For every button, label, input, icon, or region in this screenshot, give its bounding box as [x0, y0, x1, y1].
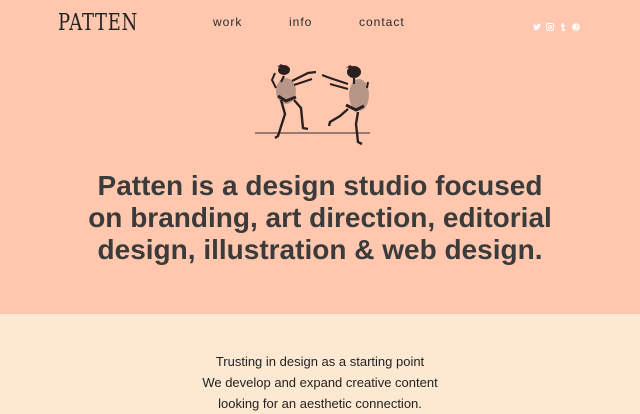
tumblr-icon[interactable]: [559, 18, 567, 32]
hero-section: PATTEN work info contact Patten is a des…: [0, 0, 640, 314]
logo[interactable]: PATTEN: [58, 10, 138, 36]
intro-text: Trusting in design as a starting point W…: [0, 351, 640, 414]
intro-line: We develop and expand creative content: [202, 375, 438, 390]
twitter-icon[interactable]: [533, 18, 541, 30]
intro-section: Trusting in design as a starting point W…: [0, 314, 640, 412]
nav-item-info[interactable]: info: [289, 15, 312, 29]
nav-item-contact[interactable]: contact: [359, 15, 405, 29]
hero-headline: Patten is a design studio focused on bra…: [0, 170, 640, 266]
dancing-figures-illustration: [255, 64, 370, 146]
nav-item-work[interactable]: work: [213, 15, 242, 29]
intro-line: Trusting in design as a starting point: [215, 354, 425, 369]
instagram-icon[interactable]: [546, 18, 554, 31]
intro-line: looking for an aesthetic connection.: [218, 396, 422, 411]
headline-line: design, illustration & web design.: [97, 234, 543, 265]
headline-line: on branding, art direction, editorial: [88, 202, 552, 233]
headline-line: Patten is a design studio focused: [97, 170, 543, 201]
pinterest-icon[interactable]: [572, 18, 580, 31]
social-links: [533, 18, 580, 32]
